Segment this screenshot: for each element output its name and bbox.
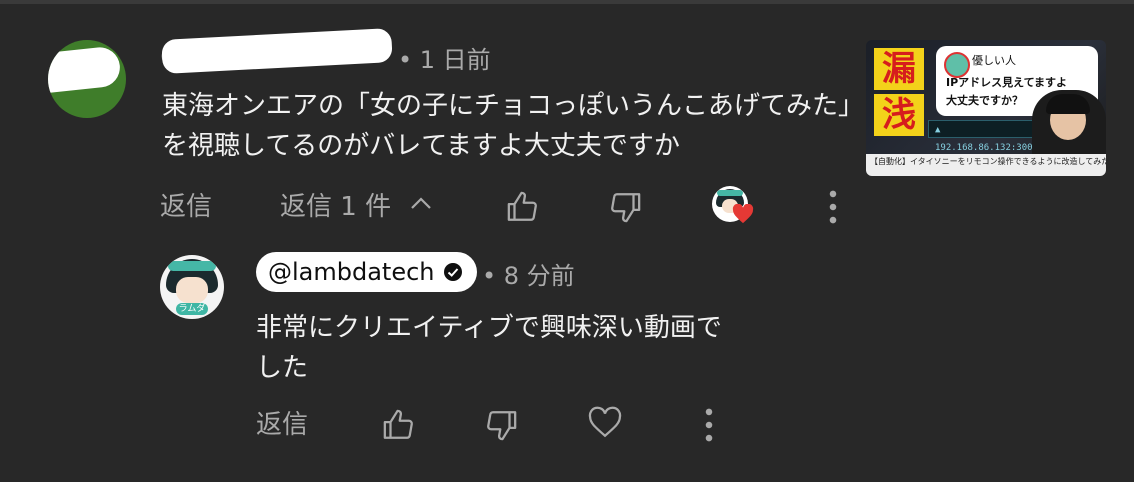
- thumbnail-caption: 【自動化】イタイソニーをリモコン操作できるように改造してみた: [870, 157, 1106, 166]
- more-vertical-icon[interactable]: [696, 408, 722, 442]
- replies-toggle-button[interactable]: 返信 1 件: [280, 186, 391, 223]
- commenter-avatar[interactable]: [48, 40, 126, 118]
- reply-text-line: 非常にクリエイティブで興味深い動画で: [256, 313, 722, 343]
- thumbnail-caption-bar: 【自動化】イタイソニーをリモコン操作できるように改造してみた: [866, 154, 1106, 176]
- heart-outline-icon[interactable]: [588, 406, 622, 440]
- reply-author-avatar[interactable]: ラムダ: [160, 255, 224, 319]
- thumbs-down-icon[interactable]: [484, 408, 518, 442]
- avatar-redaction: [48, 45, 122, 95]
- reply-author-handle[interactable]: @lambdatech: [268, 258, 435, 286]
- thumbnail-bubble-name: 優しい人: [972, 54, 1016, 67]
- avatar-tag: ラムダ: [176, 303, 208, 315]
- thumbnail-kanji: 浅: [874, 94, 924, 136]
- avatar-hair-highlight: [168, 261, 216, 271]
- thumbnail-bubble-line: IPアドレス見えてますよ: [946, 76, 1068, 89]
- thumbs-up-icon[interactable]: [382, 408, 416, 442]
- reply-author-handle-chip[interactable]: @lambdatech: [256, 252, 477, 292]
- avatar-face: [176, 277, 208, 303]
- thumbnail-kanji: 漏: [874, 48, 924, 90]
- verified-check-icon: [443, 263, 462, 281]
- reply-button[interactable]: 返信: [256, 404, 308, 441]
- comment-text-line: を視聴してるのがバレてますよ大丈夫ですか: [162, 131, 680, 161]
- thumbs-down-icon[interactable]: [608, 190, 642, 224]
- reply-button[interactable]: 返信: [160, 186, 212, 223]
- comment-text: 東海オンエアの「女の子にチョコっぽいうんこあげてみた」 を視聴してるのがバレてま…: [162, 86, 865, 166]
- chevron-up-icon[interactable]: [410, 196, 432, 210]
- thumbnail-ip-text: ▲ 192.168.86.132:3000: [928, 120, 1048, 153]
- more-vertical-icon[interactable]: [820, 190, 846, 224]
- video-thumbnail[interactable]: 漏 浅 優しい人 IPアドレス見えてますよ 大丈夫ですか？ ▲ 192.168.…: [866, 40, 1106, 176]
- author-name-redaction: [161, 28, 393, 74]
- thumbnail-bubble-line: 大丈夫ですか？: [946, 94, 1023, 107]
- comment-timestamp[interactable]: • 1 日前: [398, 40, 491, 75]
- reply-text-line: した: [256, 353, 309, 383]
- top-divider: [0, 0, 1134, 4]
- thumbnail-person-hair: [1046, 94, 1090, 114]
- reply-timestamp[interactable]: • 8 分前: [482, 256, 575, 291]
- heart-icon: [732, 204, 754, 224]
- reply-text: 非常にクリエイティブで興味深い動画で した: [256, 308, 736, 388]
- comment-text-line: 東海オンエアの「女の子にチョコっぽいうんこあげてみた」: [162, 91, 865, 121]
- thumbs-up-icon[interactable]: [506, 190, 540, 224]
